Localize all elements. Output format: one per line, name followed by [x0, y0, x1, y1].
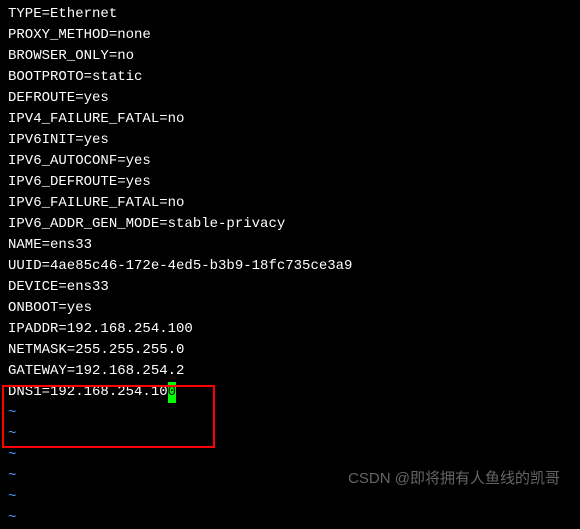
- config-line: BOOTPROTO=static: [8, 67, 572, 88]
- config-line: ONBOOT=yes: [8, 298, 572, 319]
- cursor: 0: [168, 382, 176, 403]
- config-line: DEVICE=ens33: [8, 277, 572, 298]
- empty-line-tilde: ~: [8, 403, 572, 424]
- config-line: NAME=ens33: [8, 235, 572, 256]
- config-line: NETMASK=255.255.255.0: [8, 340, 572, 361]
- watermark: CSDN @即将拥有人鱼线的凯哥: [348, 468, 560, 491]
- config-line: IPV6_DEFROUTE=yes: [8, 172, 572, 193]
- config-line: BROWSER_ONLY=no: [8, 46, 572, 67]
- terminal-output: TYPE=Ethernet PROXY_METHOD=none BROWSER_…: [8, 4, 572, 529]
- config-line: IPV6INIT=yes: [8, 130, 572, 151]
- config-line: PROXY_METHOD=none: [8, 25, 572, 46]
- config-line: TYPE=Ethernet: [8, 4, 572, 25]
- config-line: IPADDR=192.168.254.100: [8, 319, 572, 340]
- dns-line[interactable]: DNS1=192.168.254.100: [8, 382, 572, 403]
- config-line: IPV6_FAILURE_FATAL=no: [8, 193, 572, 214]
- empty-line-tilde: ~: [8, 424, 572, 445]
- config-line: GATEWAY=192.168.254.2: [8, 361, 572, 382]
- config-line: IPV4_FAILURE_FATAL=no: [8, 109, 572, 130]
- config-line: UUID=4ae85c46-172e-4ed5-b3b9-18fc735ce3a…: [8, 256, 572, 277]
- config-line: DEFROUTE=yes: [8, 88, 572, 109]
- empty-line-tilde: ~: [8, 508, 572, 529]
- config-line: IPV6_AUTOCONF=yes: [8, 151, 572, 172]
- config-line: IPV6_ADDR_GEN_MODE=stable-privacy: [8, 214, 572, 235]
- empty-line-tilde: ~: [8, 445, 572, 466]
- dns-prefix: DNS1=192.168.254.10: [8, 384, 168, 400]
